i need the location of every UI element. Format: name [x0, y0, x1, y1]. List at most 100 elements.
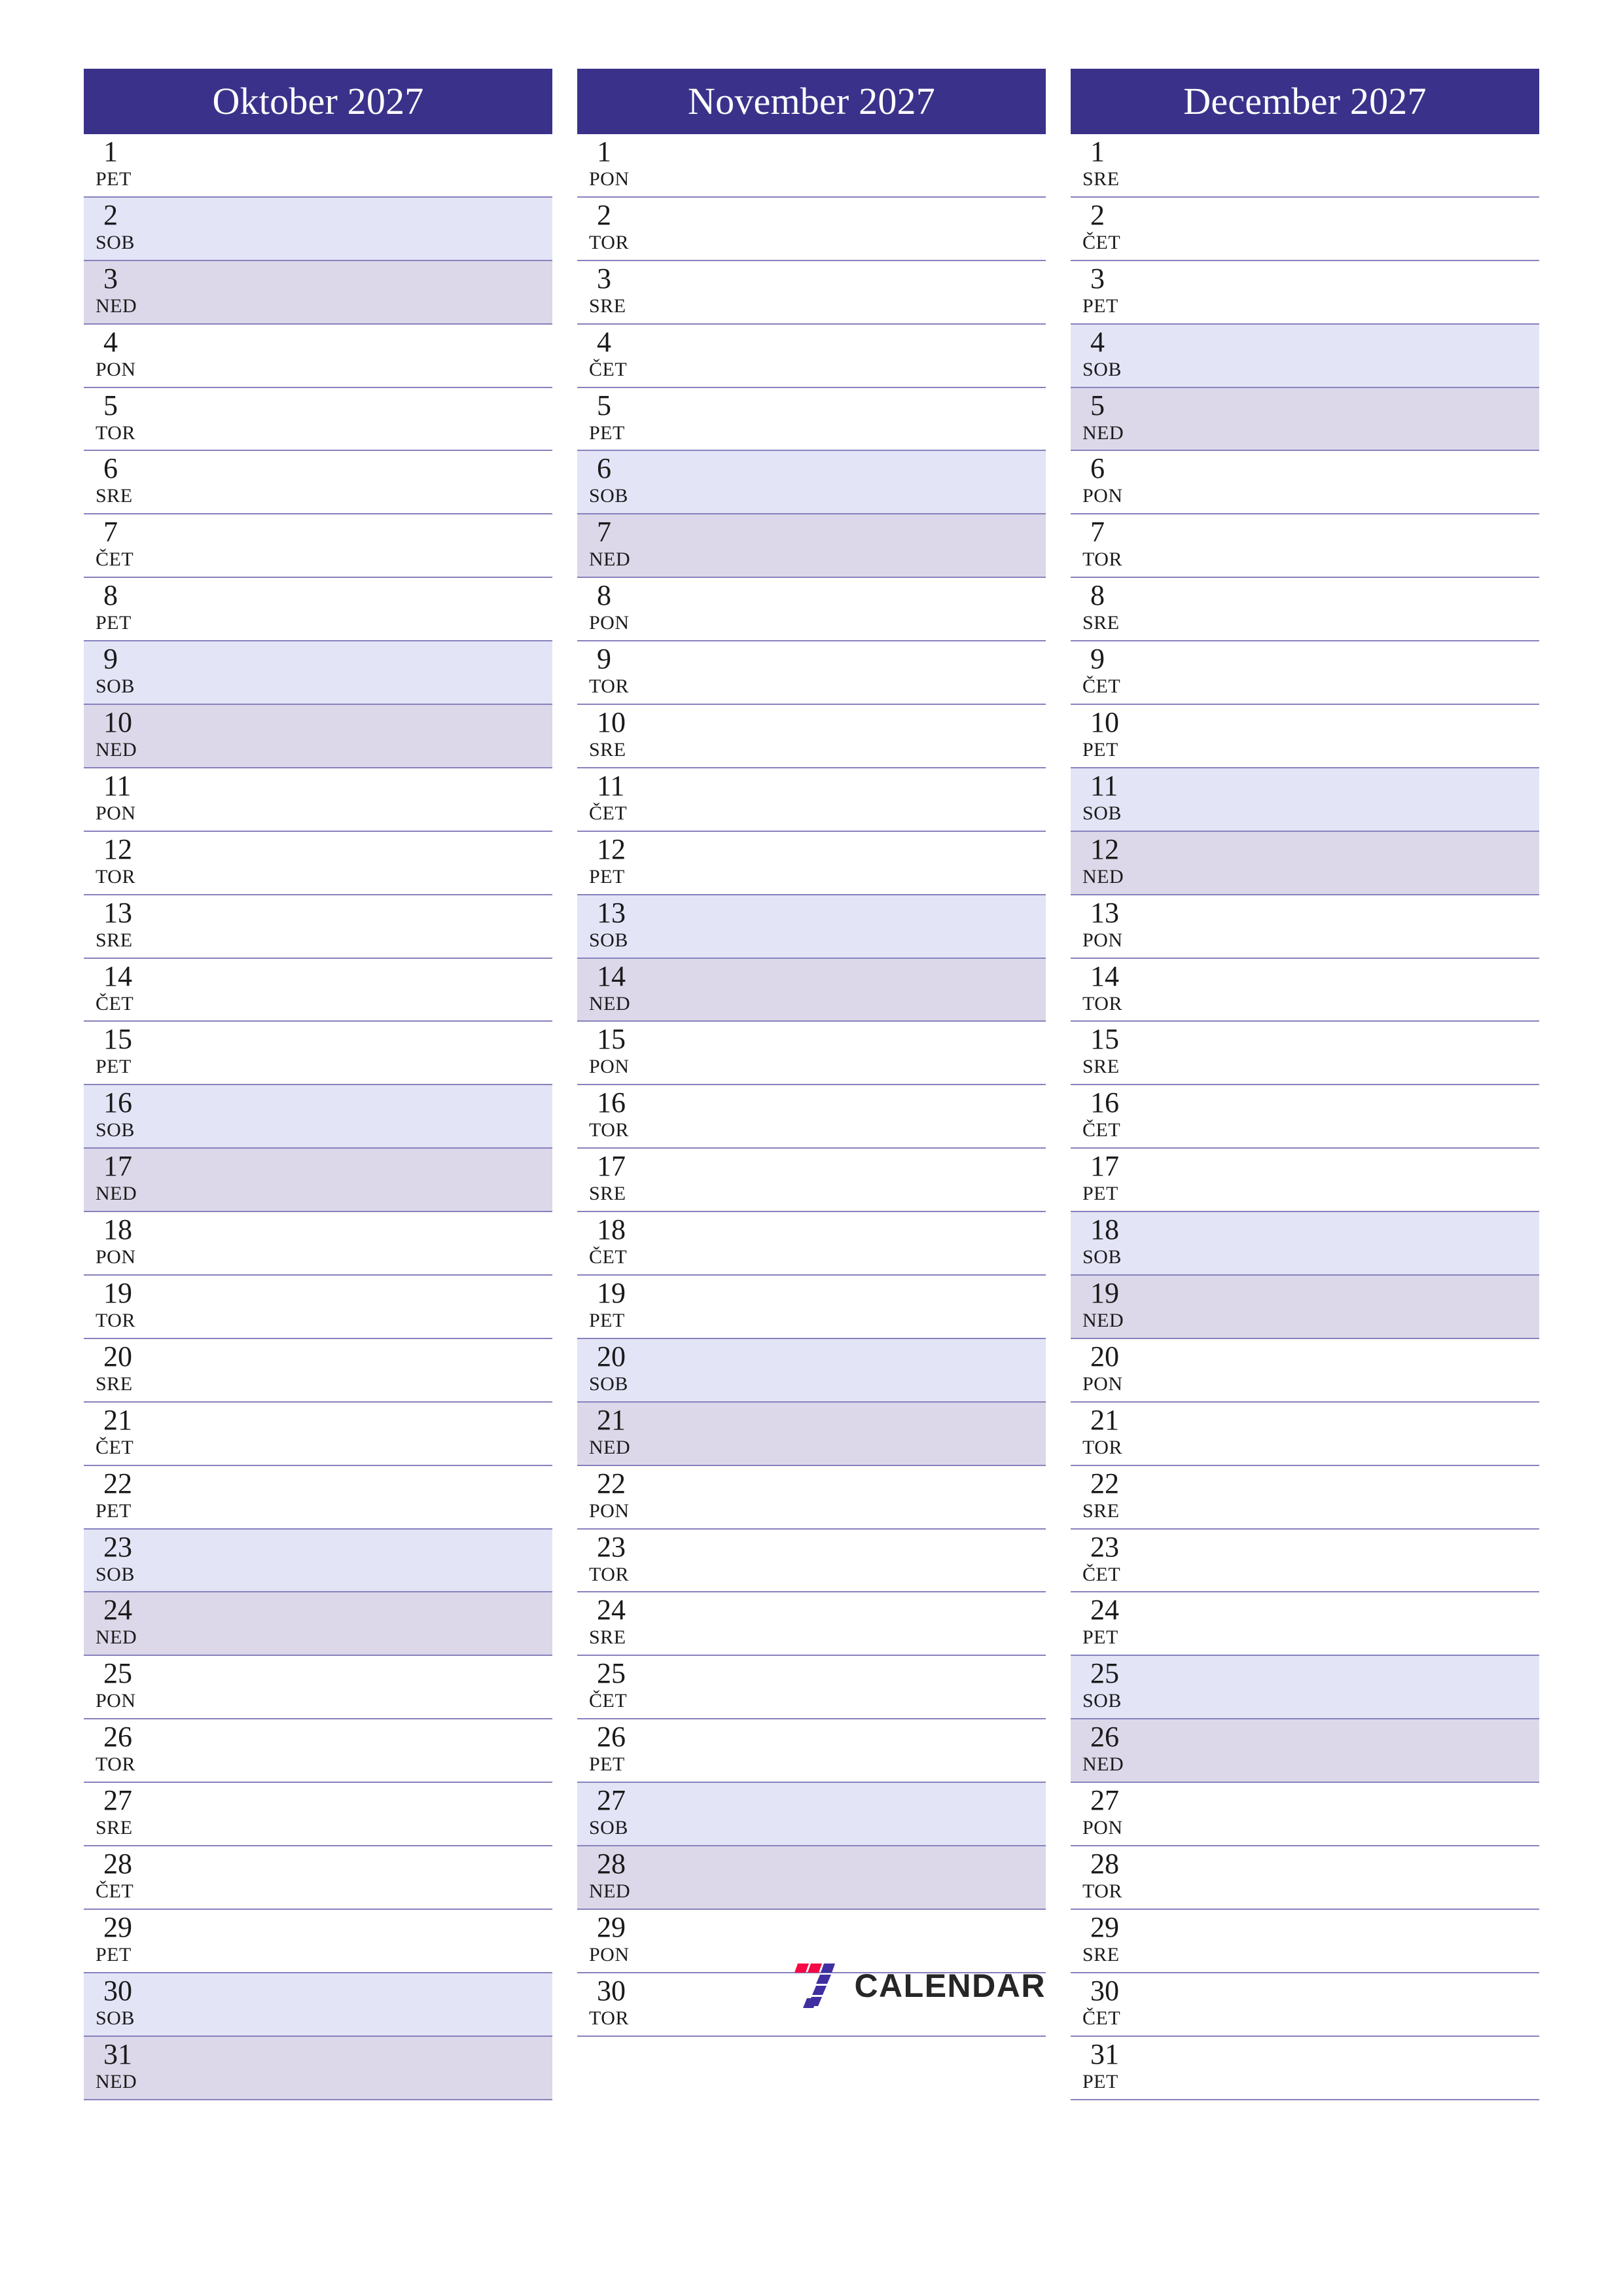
day-row[interactable]: 11 SOB [1071, 768, 1539, 832]
day-row[interactable]: 22 SRE [1071, 1465, 1539, 1530]
day-row[interactable]: 23 SOB [84, 1529, 552, 1593]
day-row[interactable]: 13 PON [1071, 895, 1539, 959]
day-row[interactable]: 16 TOR [577, 1085, 1046, 1149]
day-row[interactable]: 13 SOB [577, 895, 1046, 959]
day-of-week-label: SOB [96, 1119, 135, 1141]
day-row[interactable]: 27 SRE [84, 1783, 552, 1847]
day-row[interactable]: 24 PET [1071, 1592, 1539, 1657]
day-row[interactable]: 19 TOR [84, 1276, 552, 1339]
day-row[interactable]: 2 SOB [84, 197, 552, 261]
day-row[interactable]: 15 SRE [1071, 1022, 1539, 1086]
day-row[interactable]: 25 PON [84, 1656, 552, 1720]
day-row[interactable]: 22 PON [577, 1465, 1046, 1530]
day-row[interactable]: 9 TOR [577, 641, 1046, 706]
day-row[interactable]: 12 NED [1071, 831, 1539, 895]
day-row[interactable]: 16 ČET [1071, 1085, 1539, 1149]
day-row[interactable]: 22 PET [84, 1465, 552, 1530]
day-row[interactable]: 17 PET [1071, 1149, 1539, 1213]
day-row[interactable]: 8 PON [577, 578, 1046, 642]
day-row[interactable]: 10 SRE [577, 705, 1046, 768]
day-row[interactable]: 5 TOR [84, 387, 552, 452]
day-row[interactable]: 13 SRE [84, 895, 552, 959]
day-row[interactable]: 30 SOB [84, 1973, 552, 2037]
day-row[interactable]: 28 ČET [84, 1846, 552, 1910]
day-row[interactable]: 19 NED [1071, 1276, 1539, 1339]
day-row[interactable]: 14 TOR [1071, 958, 1539, 1022]
day-row[interactable]: 7 TOR [1071, 514, 1539, 579]
day-row[interactable]: 9 SOB [84, 641, 552, 706]
day-row[interactable]: 26 PET [577, 1719, 1046, 1784]
day-row[interactable]: 1 PON [577, 134, 1046, 198]
day-row[interactable]: 25 ČET [577, 1656, 1046, 1720]
day-row[interactable]: 23 ČET [1071, 1529, 1539, 1593]
day-row[interactable]: 4 PON [84, 324, 552, 388]
day-row[interactable]: 16 SOB [84, 1085, 552, 1149]
day-row[interactable]: 14 NED [577, 958, 1046, 1022]
day-row[interactable]: 5 NED [1071, 387, 1539, 452]
day-row[interactable]: 31 PET [1071, 2036, 1539, 2100]
logo-wordmark: CALENDAR [854, 1967, 1046, 2004]
day-row[interactable]: 24 NED [84, 1592, 552, 1657]
day-row[interactable]: 30 ČET [1071, 1973, 1539, 2037]
day-row[interactable]: 2 ČET [1071, 197, 1539, 261]
day-row[interactable]: 6 PON [1071, 451, 1539, 515]
day-row[interactable]: 25 SOB [1071, 1656, 1539, 1720]
day-row[interactable]: 27 PON [1071, 1783, 1539, 1847]
day-row[interactable]: 12 PET [577, 831, 1046, 895]
day-row[interactable]: 18 SOB [1071, 1212, 1539, 1276]
day-row[interactable]: 7 ČET [84, 514, 552, 579]
day-row[interactable]: 11 PON [84, 768, 552, 832]
day-row[interactable]: 28 TOR [1071, 1846, 1539, 1910]
day-row[interactable]: 20 SRE [84, 1338, 552, 1403]
day-row[interactable]: 4 ČET [577, 324, 1046, 388]
day-row[interactable]: 18 PON [84, 1212, 552, 1276]
day-row[interactable]: 12 TOR [84, 831, 552, 895]
day-row[interactable]: 4 SOB [1071, 324, 1539, 388]
day-row[interactable]: 29 SRE [1071, 1909, 1539, 1973]
day-row[interactable]: 6 SRE [84, 451, 552, 515]
day-of-week-label: PON [96, 1246, 136, 1268]
day-row[interactable]: 21 ČET [84, 1402, 552, 1466]
day-row[interactable]: 17 SRE [577, 1149, 1046, 1213]
day-list: 1 SRE 2 ČET 3 PET 4 SOB 5 NED 6 PON 7 TOR 8 SRE 9 ČET 10 PE… [1071, 134, 1539, 2100]
day-number: 13 [103, 896, 132, 929]
day-row[interactable]: 14 ČET [84, 958, 552, 1022]
day-row[interactable]: 3 PET [1071, 260, 1539, 325]
day-row[interactable]: 15 PET [84, 1022, 552, 1086]
day-row[interactable]: 17 NED [84, 1149, 552, 1213]
day-row[interactable]: 8 PET [84, 578, 552, 642]
day-row[interactable]: 9 ČET [1071, 641, 1539, 706]
day-row[interactable]: 10 NED [84, 705, 552, 768]
day-of-week-label: TOR [96, 865, 135, 888]
day-row[interactable]: 2 TOR [577, 197, 1046, 261]
day-row[interactable]: 20 PON [1071, 1338, 1539, 1403]
day-row[interactable]: 5 PET [577, 387, 1046, 452]
day-row[interactable]: 1 PET [84, 134, 552, 198]
day-row[interactable]: 6 SOB [577, 451, 1046, 515]
day-row[interactable]: 28 NED [577, 1846, 1046, 1910]
day-of-week-label: SRE [589, 1626, 626, 1649]
day-row[interactable]: 1 SRE [1071, 134, 1539, 198]
day-row[interactable]: 20 SOB [577, 1338, 1046, 1403]
day-row[interactable]: 31 NED [84, 2036, 552, 2100]
day-row[interactable]: 26 TOR [84, 1719, 552, 1784]
day-row[interactable]: 10 PET [1071, 705, 1539, 768]
day-number: 22 [597, 1467, 626, 1499]
day-row[interactable]: 24 SRE [577, 1592, 1046, 1657]
day-row[interactable]: 27 SOB [577, 1783, 1046, 1847]
day-row[interactable]: 21 NED [577, 1402, 1046, 1466]
day-row[interactable]: 3 SRE [577, 260, 1046, 325]
day-row[interactable]: 29 PET [84, 1909, 552, 1973]
day-list: 1 PET 2 SOB 3 NED 4 PON 5 TOR 6 SRE 7 ČET 8 PET 9 SOB 10 NE… [84, 134, 552, 2100]
day-row[interactable]: 23 TOR [577, 1529, 1046, 1593]
day-row[interactable]: 18 ČET [577, 1212, 1046, 1276]
day-row[interactable]: 8 SRE [1071, 578, 1539, 642]
day-row[interactable]: 19 PET [577, 1276, 1046, 1339]
day-row[interactable]: 3 NED [84, 260, 552, 325]
day-row[interactable]: 15 PON [577, 1022, 1046, 1086]
day-row[interactable]: 21 TOR [1071, 1402, 1539, 1466]
day-row[interactable]: 26 NED [1071, 1719, 1539, 1784]
day-row[interactable]: 11 ČET [577, 768, 1046, 832]
day-row[interactable]: 7 NED [577, 514, 1046, 579]
day-number: 4 [1090, 325, 1105, 358]
